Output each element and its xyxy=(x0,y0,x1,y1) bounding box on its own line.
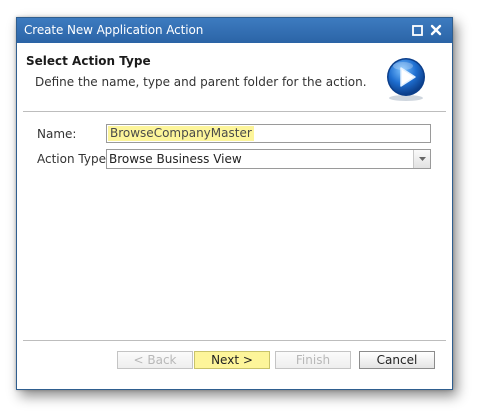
play-icon xyxy=(382,55,430,103)
step-description: Define the name, type and parent folder … xyxy=(35,75,367,89)
title-bar[interactable]: Create New Application Action xyxy=(17,18,452,43)
action-type-label: Action Type: xyxy=(37,152,111,166)
name-field[interactable]: BrowseCompanyMaster xyxy=(106,124,431,143)
name-field-value: BrowseCompanyMaster xyxy=(108,126,254,141)
action-type-value: Browse Business View xyxy=(109,152,242,166)
header-divider xyxy=(23,111,446,113)
create-action-dialog: Create New Application Action Select Act… xyxy=(16,17,453,390)
wizard-header: Select Action Type Define the name, type… xyxy=(17,43,452,110)
next-button[interactable]: Next > xyxy=(194,351,270,369)
window-title: Create New Application Action xyxy=(24,23,204,37)
step-heading: Select Action Type xyxy=(26,54,151,68)
action-type-select[interactable]: Browse Business View xyxy=(106,149,431,169)
footer-divider xyxy=(23,340,446,342)
maximize-icon[interactable] xyxy=(409,22,425,38)
chevron-down-icon[interactable] xyxy=(413,150,430,168)
back-button[interactable]: < Back xyxy=(117,351,193,369)
finish-button[interactable]: Finish xyxy=(275,351,351,369)
cancel-button[interactable]: Cancel xyxy=(359,351,435,369)
close-icon[interactable] xyxy=(428,22,444,38)
name-label: Name: xyxy=(37,127,77,141)
